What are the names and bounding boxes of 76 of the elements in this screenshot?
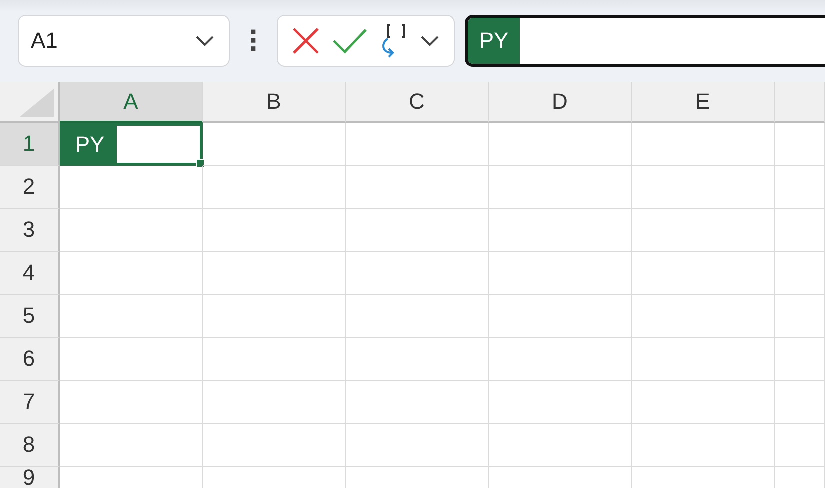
grid-cell[interactable] (775, 295, 825, 338)
grid-cell[interactable] (203, 252, 346, 295)
grid-cell[interactable] (203, 123, 346, 166)
grid-cell[interactable] (775, 338, 825, 381)
grid-cell[interactable] (632, 295, 775, 338)
check-icon[interactable] (332, 28, 368, 54)
grid-cell[interactable] (632, 381, 775, 424)
grid-cell[interactable] (775, 381, 825, 424)
row-header[interactable]: 2 (0, 166, 60, 209)
active-cell[interactable]: PY (60, 123, 203, 166)
grid-cell[interactable] (489, 295, 632, 338)
grid-cell[interactable] (203, 381, 346, 424)
column-header[interactable] (775, 82, 825, 123)
grid-cell[interactable] (775, 252, 825, 295)
triangle-icon (20, 89, 54, 117)
grid-cell[interactable] (632, 252, 775, 295)
grid-cell[interactable] (346, 123, 489, 166)
name-box[interactable]: A1 (18, 15, 230, 67)
grid-cell[interactable] (346, 295, 489, 338)
more-icon[interactable] (251, 29, 257, 53)
grid-cell[interactable] (60, 424, 203, 467)
column-header[interactable]: C (346, 82, 489, 123)
grid-cell[interactable] (346, 338, 489, 381)
grid-cell[interactable] (60, 381, 203, 424)
bracket-arrow-icon[interactable] (380, 23, 408, 59)
row-header[interactable]: 1 (0, 123, 60, 166)
select-all-button[interactable] (0, 82, 60, 123)
grid-cell[interactable] (203, 338, 346, 381)
grid-cell[interactable] (346, 209, 489, 252)
grid-cell[interactable] (489, 123, 632, 166)
grid-cell[interactable] (60, 166, 203, 209)
column-header[interactable]: D (489, 82, 632, 123)
row-header[interactable]: 9 (0, 467, 60, 488)
grid-cell[interactable] (489, 209, 632, 252)
grid-cell[interactable] (632, 123, 775, 166)
grid-cell[interactable] (489, 252, 632, 295)
column-header[interactable]: A (60, 82, 203, 123)
grid-cell[interactable] (203, 209, 346, 252)
grid-cell[interactable] (60, 295, 203, 338)
grid-cell[interactable] (775, 209, 825, 252)
chevron-down-icon[interactable] (420, 35, 440, 47)
grid-cell[interactable] (346, 166, 489, 209)
row-header[interactable]: 5 (0, 295, 60, 338)
row-header[interactable]: 3 (0, 209, 60, 252)
grid-cell[interactable] (632, 338, 775, 381)
grid-cell[interactable] (203, 424, 346, 467)
grid-cell[interactable] (489, 338, 632, 381)
row-header[interactable]: 7 (0, 381, 60, 424)
formula-bar[interactable]: PY (465, 15, 825, 67)
cell-reference: A1 (31, 28, 58, 54)
grid-cell[interactable] (203, 295, 346, 338)
grid-cell[interactable] (489, 166, 632, 209)
grid-cell[interactable] (775, 166, 825, 209)
grid-cell[interactable] (632, 166, 775, 209)
python-badge: PY (468, 18, 520, 64)
cancel-icon[interactable] (292, 27, 320, 55)
grid-cell[interactable] (346, 424, 489, 467)
grid-cell[interactable] (632, 209, 775, 252)
grid-cell[interactable] (346, 252, 489, 295)
grid-cell[interactable] (489, 424, 632, 467)
grid-cell[interactable] (346, 381, 489, 424)
grid-cell[interactable] (60, 209, 203, 252)
row-header[interactable]: 6 (0, 338, 60, 381)
grid-cell[interactable] (60, 252, 203, 295)
grid-cell[interactable] (203, 166, 346, 209)
column-header[interactable]: E (632, 82, 775, 123)
row-header[interactable]: 4 (0, 252, 60, 295)
row-header[interactable]: 8 (0, 424, 60, 467)
grid-cell[interactable] (775, 424, 825, 467)
column-header[interactable]: B (203, 82, 346, 123)
grid-cell[interactable] (60, 338, 203, 381)
grid-cell[interactable] (489, 381, 632, 424)
chevron-down-icon[interactable] (195, 35, 216, 47)
grid-cell[interactable] (632, 424, 775, 467)
python-badge: PY (63, 126, 117, 163)
grid-cell[interactable] (775, 123, 825, 166)
